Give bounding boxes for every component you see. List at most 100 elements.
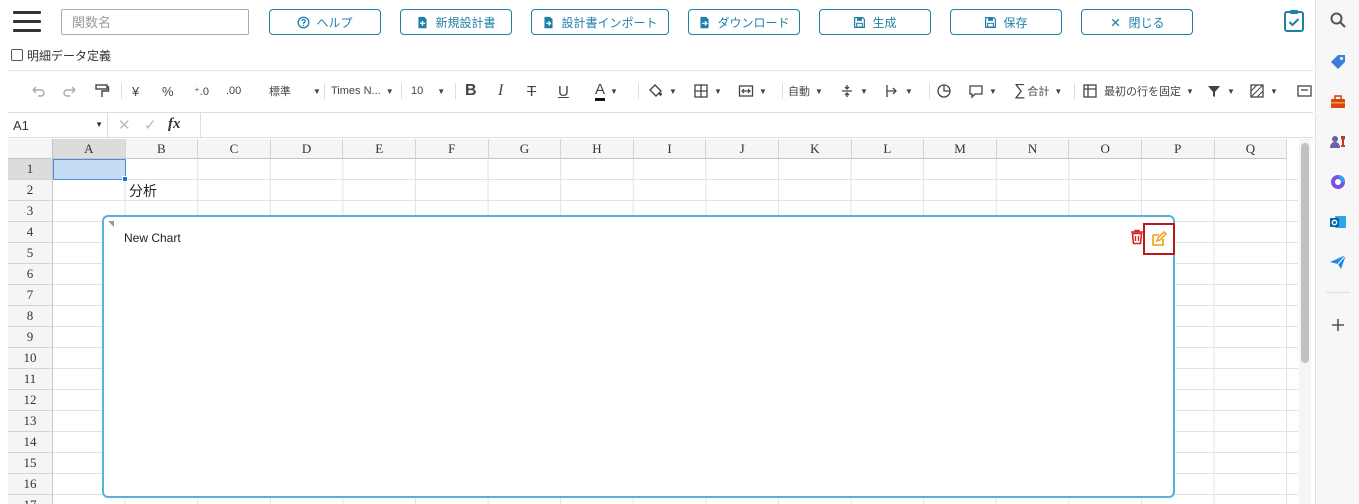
strikethrough-icon[interactable]: T — [527, 80, 536, 102]
column-header-q[interactable]: Q — [1214, 139, 1288, 159]
people-chess-icon[interactable] — [1328, 132, 1348, 152]
comment-icon[interactable]: ▼ — [968, 80, 997, 102]
row-header-17[interactable]: 17 — [8, 495, 53, 504]
row-header-16[interactable]: 16 — [8, 474, 53, 495]
more-tools-icon[interactable] — [1297, 80, 1313, 102]
function-icon[interactable]: fx — [168, 116, 181, 133]
select-all-corner[interactable] — [8, 139, 53, 159]
scrollbar-thumb[interactable] — [1301, 143, 1309, 363]
decrease-decimal-icon[interactable]: ⁺.0 — [194, 80, 209, 102]
column-header-p[interactable]: P — [1142, 139, 1215, 159]
row-header-8[interactable]: 8 — [8, 306, 53, 327]
italic-icon[interactable]: I — [498, 80, 503, 102]
cell-b2[interactable]: 分析 — [129, 180, 157, 201]
column-header-i[interactable]: I — [633, 139, 707, 159]
column-header-j[interactable]: J — [706, 139, 779, 159]
fill-handle[interactable] — [122, 176, 128, 182]
bold-icon[interactable]: B — [465, 80, 477, 102]
column-header-m[interactable]: M — [924, 139, 997, 159]
menu-icon[interactable] — [13, 11, 41, 33]
increase-decimal-icon[interactable]: .00 — [226, 80, 241, 102]
row-header-9[interactable]: 9 — [8, 327, 53, 348]
currency-icon[interactable]: ¥ — [132, 80, 139, 102]
tag-icon[interactable] — [1328, 52, 1348, 72]
chart-container[interactable]: New Chart — [102, 215, 1175, 498]
trash-icon[interactable] — [1130, 229, 1144, 245]
edit-chart-button[interactable] — [1143, 223, 1175, 255]
send-icon[interactable] — [1328, 252, 1348, 272]
add-icon[interactable] — [1328, 315, 1348, 335]
confirm-formula-icon[interactable]: ✓ — [144, 116, 157, 134]
format-painter-icon[interactable] — [94, 80, 110, 102]
wrap-mode-select[interactable]: 自動 ▼ — [788, 80, 823, 102]
close-button[interactable]: 閉じる — [1081, 9, 1193, 35]
row-header-11[interactable]: 11 — [8, 369, 53, 390]
column-header-k[interactable]: K — [779, 139, 852, 159]
toolbox-icon[interactable] — [1328, 92, 1348, 112]
chevron-down-icon: ▼ — [95, 120, 103, 129]
column-header-g[interactable]: G — [488, 139, 562, 159]
row-header-1[interactable]: 1 — [8, 159, 53, 180]
vertical-align-icon[interactable]: ▼ — [839, 80, 868, 102]
search-icon[interactable] — [1328, 10, 1348, 30]
column-header-f[interactable]: F — [416, 139, 489, 159]
column-header-d[interactable]: D — [270, 139, 344, 159]
autosum-button[interactable]: ∑ 合計 ▼ — [1014, 80, 1062, 102]
row-header-6[interactable]: 6 — [8, 264, 53, 285]
number-format-select[interactable]: 標準 ▼ — [269, 80, 321, 102]
font-size-select[interactable]: 10 ▼ — [411, 80, 445, 102]
save-button[interactable]: 保存 — [950, 9, 1062, 35]
row-header-13[interactable]: 13 — [8, 411, 53, 432]
row-header-10[interactable]: 10 — [8, 348, 53, 369]
import-design-button[interactable]: 設計書インポート — [531, 9, 669, 35]
column-header-l[interactable]: L — [851, 139, 925, 159]
column-header-e[interactable]: E — [343, 139, 416, 159]
copilot-icon[interactable] — [1328, 172, 1348, 192]
row-header-12[interactable]: 12 — [8, 390, 53, 411]
function-search-input[interactable] — [61, 9, 249, 35]
merge-cells-icon[interactable]: ▼ — [738, 80, 767, 102]
column-header-b[interactable]: B — [125, 139, 199, 159]
row-header-7[interactable]: 7 — [8, 285, 53, 306]
floppy-icon — [854, 16, 866, 28]
font-color-icon[interactable]: A ▼ — [595, 80, 618, 102]
cancel-formula-icon[interactable]: ✕ — [118, 116, 131, 134]
download-button[interactable]: ダウンロード — [688, 9, 800, 35]
filter-icon[interactable]: ▼ — [1206, 80, 1235, 102]
column-header-h[interactable]: H — [561, 139, 634, 159]
row-header-3[interactable]: 3 — [8, 201, 53, 222]
new-design-button[interactable]: 新規設計書 — [400, 9, 512, 35]
clipboard-check-icon[interactable] — [1283, 9, 1305, 33]
selected-cell-a1[interactable] — [53, 159, 126, 180]
pattern-fill-icon[interactable]: ▼ — [1249, 80, 1278, 102]
horizontal-align-icon[interactable]: ▼ — [884, 80, 913, 102]
insert-chart-icon[interactable] — [936, 80, 952, 102]
detail-data-checkbox[interactable]: 明細データ定義 — [11, 46, 111, 64]
underline-icon[interactable]: U — [558, 80, 569, 102]
row-header-14[interactable]: 14 — [8, 432, 53, 453]
column-header-c[interactable]: C — [198, 139, 271, 159]
fill-color-icon[interactable]: ▼ — [648, 80, 677, 102]
checkbox-box[interactable] — [11, 49, 23, 61]
border-icon[interactable]: ▼ — [693, 80, 722, 102]
column-header-n[interactable]: N — [996, 139, 1070, 159]
column-header-a[interactable]: A — [53, 139, 126, 159]
undo-icon[interactable] — [30, 80, 46, 102]
generate-button[interactable]: 生成 — [819, 9, 931, 35]
row-header-4[interactable]: 4 — [8, 222, 53, 243]
top-toolbar: ヘルプ 新規設計書 設計書インポート ダウンロード 生成 保存 閉じる — [0, 0, 1315, 42]
cell-name-box[interactable]: A1 ▼ — [8, 113, 108, 138]
help-button[interactable]: ヘルプ — [269, 9, 381, 35]
row-header-15[interactable]: 15 — [8, 453, 53, 474]
resize-handle-icon[interactable] — [108, 221, 114, 227]
vertical-scrollbar[interactable] — [1299, 139, 1311, 504]
freeze-row-button[interactable]: 最初の行を固定 ▼ — [1082, 80, 1194, 102]
font-family-select[interactable]: Times N... ▼ — [331, 80, 394, 102]
number-format-value: 標準 — [269, 86, 291, 98]
column-header-o[interactable]: O — [1069, 139, 1142, 159]
row-header-5[interactable]: 5 — [8, 243, 53, 264]
row-header-2[interactable]: 2 — [8, 180, 53, 201]
percent-icon[interactable]: % — [162, 80, 174, 102]
outlook-icon[interactable] — [1328, 212, 1348, 232]
redo-icon[interactable] — [62, 80, 78, 102]
